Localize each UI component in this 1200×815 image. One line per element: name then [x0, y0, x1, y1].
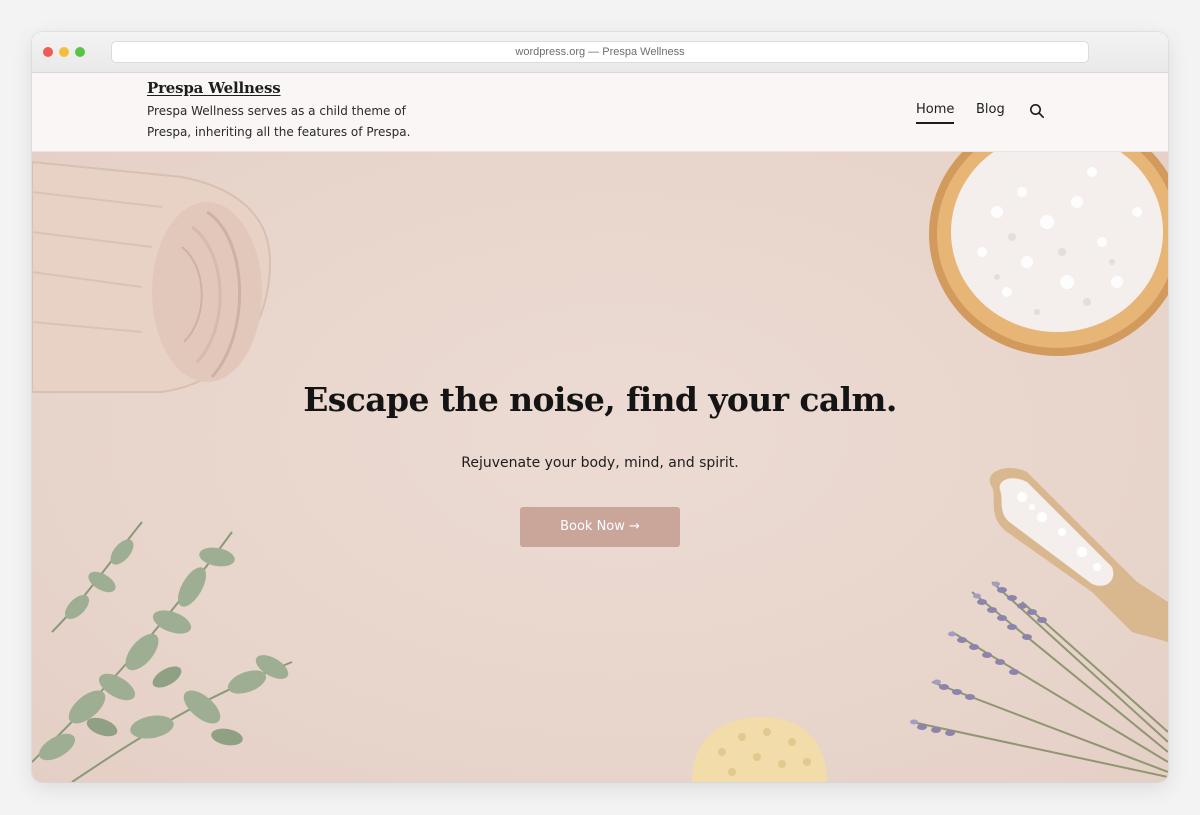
salt-bowl-image	[929, 152, 1168, 356]
site-header: Prespa Wellness Prespa Wellness serves a…	[32, 73, 1168, 152]
book-now-button[interactable]: Book Now →	[520, 507, 680, 547]
eucalyptus-image	[32, 521, 293, 782]
hero-heading: Escape the noise, find your calm.	[303, 380, 897, 419]
address-bar[interactable]: wordpress.org — Prespa Wellness	[111, 41, 1089, 63]
close-window-button[interactable]	[43, 47, 53, 57]
nav-item-blog[interactable]: Blog	[976, 102, 1005, 117]
towel-image	[32, 160, 272, 393]
search-icon[interactable]	[1029, 103, 1045, 119]
lavender-image	[910, 581, 1168, 778]
maximize-window-button[interactable]	[75, 47, 85, 57]
nav-item-home[interactable]: Home	[916, 102, 955, 124]
sponge-image	[692, 717, 827, 782]
hero-section: Escape the noise, find your calm. Rejuve…	[32, 152, 1168, 782]
browser-titlebar: wordpress.org — Prespa Wellness	[32, 32, 1168, 73]
minimize-window-button[interactable]	[59, 47, 69, 57]
browser-window: wordpress.org — Prespa Wellness Prespa W…	[32, 32, 1168, 782]
hero-subheading: Rejuvenate your body, mind, and spirit.	[461, 455, 739, 471]
site-title-link[interactable]: Prespa Wellness	[147, 79, 281, 97]
site-tagline: Prespa Wellness serves as a child theme …	[147, 104, 411, 139]
